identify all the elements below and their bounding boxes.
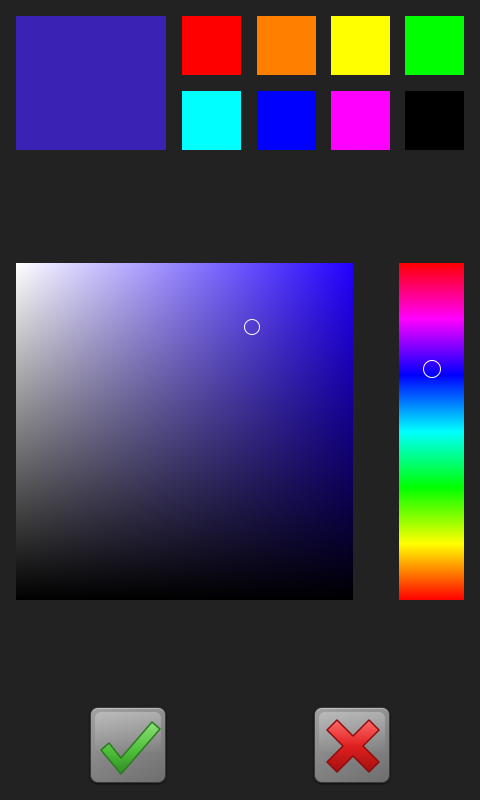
- cancel-button[interactable]: [314, 707, 390, 783]
- hue-slider-cursor[interactable]: [422, 359, 441, 378]
- confirm-button[interactable]: [90, 707, 166, 783]
- swatch-black[interactable]: [405, 91, 464, 150]
- x-icon: [326, 719, 380, 773]
- saturation-value-area[interactable]: [16, 263, 353, 600]
- swatch-blue[interactable]: [257, 91, 316, 150]
- swatch-magenta[interactable]: [331, 91, 390, 150]
- hue-slider[interactable]: [399, 263, 464, 600]
- swatch-cyan[interactable]: [182, 91, 241, 150]
- selected-color-preview: [16, 16, 166, 150]
- swatch-green[interactable]: [405, 16, 464, 75]
- checkmark-icon: [100, 721, 161, 775]
- swatch-orange[interactable]: [257, 16, 316, 75]
- value-gradient: [16, 263, 353, 600]
- swatch-yellow[interactable]: [331, 16, 390, 75]
- swatch-red[interactable]: [182, 16, 241, 75]
- color-picker-screen: [0, 0, 480, 800]
